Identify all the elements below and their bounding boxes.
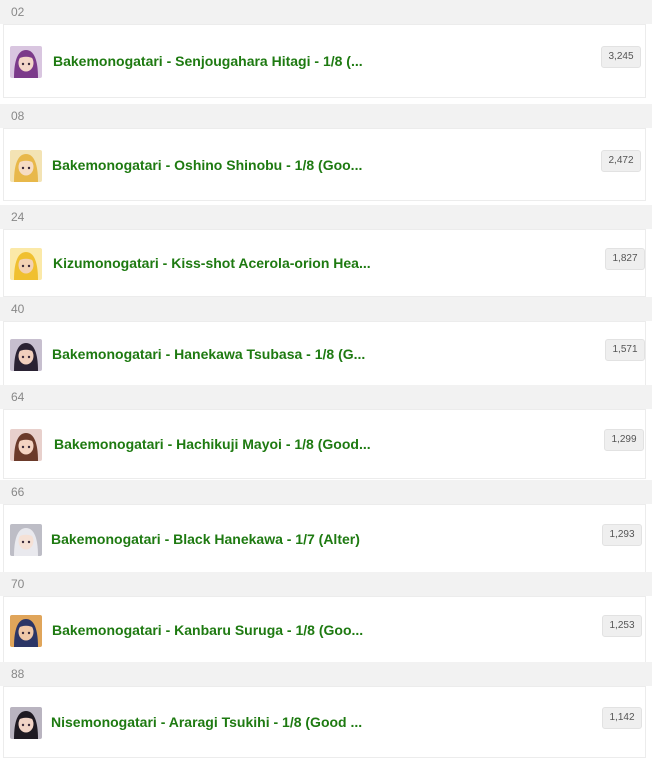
figure-thumbnail-dark-hair[interactable] [10,339,42,371]
figure-thumbnail-blonde-hair[interactable] [10,150,42,182]
rank-number: 64 [0,385,652,409]
item-title-link[interactable]: Kizumonogatari - Kiss-shot Acerola-orion… [53,255,371,271]
item-title-link[interactable]: Bakemonogatari - Hanekawa Tsubasa - 1/8 … [52,346,365,362]
item-title-link[interactable]: Bakemonogatari - Black Hanekawa - 1/7 (A… [51,531,360,547]
rank-number: 08 [0,104,652,128]
item-card: Bakemonogatari - Senjougahara Hitagi - 1… [3,24,646,98]
count-badge: 3,245 [601,46,641,68]
item-title-link[interactable]: Nisemonogatari - Araragi Tsukihi - 1/8 (… [51,714,362,730]
item-title-link[interactable]: Bakemonogatari - Senjougahara Hitagi - 1… [53,53,363,69]
item-card: Bakemonogatari - Black Hanekawa - 1/7 (A… [3,504,646,573]
item-card: Bakemonogatari - Hanekawa Tsubasa - 1/8 … [3,321,646,387]
count-badge: 1,293 [602,524,642,546]
rank-number: 88 [0,662,652,686]
rank-number: 02 [0,0,652,24]
item-title-link[interactable]: Bakemonogatari - Oshino Shinobu - 1/8 (G… [52,157,362,173]
count-badge: 2,472 [601,150,641,172]
figure-thumbnail-dark-blue-hair[interactable] [10,615,42,647]
figure-thumbnail-brown-hair[interactable] [10,429,42,461]
rank-number: 24 [0,205,652,229]
rank-number: 70 [0,572,652,596]
figure-thumbnail-blonde-hair[interactable] [10,248,42,280]
item-card: Bakemonogatari - Kanbaru Suruga - 1/8 (G… [3,596,646,664]
ranking-list: 02 Bakemonogatari - Senjougahara Hitagi -… [0,0,652,763]
figure-thumbnail-white-hair[interactable] [10,524,42,556]
item-card: Nisemonogatari - Araragi Tsukihi - 1/8 (… [3,686,646,758]
item-card: Bakemonogatari - Hachikuji Mayoi - 1/8 (… [3,409,646,479]
figure-thumbnail-purple-hair[interactable] [10,46,42,78]
item-title-link[interactable]: Bakemonogatari - Hachikuji Mayoi - 1/8 (… [54,436,371,452]
count-badge: 1,827 [605,248,645,270]
rank-number: 40 [0,297,652,321]
count-badge: 1,142 [602,707,642,729]
count-badge: 1,571 [605,339,645,361]
figure-thumbnail-black-hair[interactable] [10,707,42,739]
item-title-link[interactable]: Bakemonogatari - Kanbaru Suruga - 1/8 (G… [52,622,363,638]
count-badge: 1,253 [602,615,642,637]
item-card: Kizumonogatari - Kiss-shot Acerola-orion… [3,229,646,297]
item-card: Bakemonogatari - Oshino Shinobu - 1/8 (G… [3,128,646,201]
count-badge: 1,299 [604,429,644,451]
rank-number: 66 [0,480,652,504]
